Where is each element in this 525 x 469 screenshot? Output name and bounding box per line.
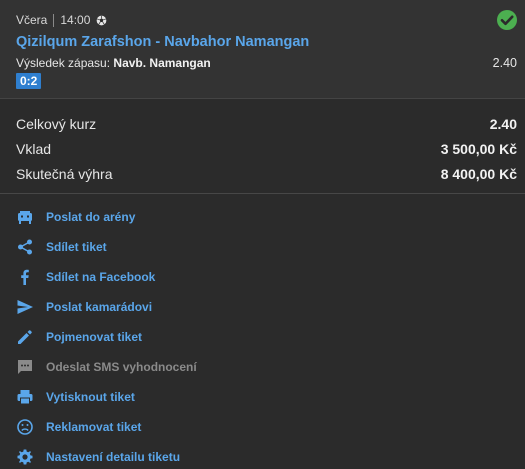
result-value: Navb. Namangan [113,56,211,70]
facebook-icon [16,268,34,286]
share-facebook-action[interactable]: Sdílet na Facebook [16,262,155,292]
win-label: Skutečná výhra [16,166,113,182]
sms-icon [16,358,34,376]
match-meta: Včera 14:00 [16,13,107,27]
win-value: 8 400,00 Kč [440,166,517,182]
ticket-detail-settings-label: Nastavení detailu tiketu [46,450,181,464]
print-ticket-label: Vytisknout tiket [46,390,135,404]
share-ticket-action[interactable]: Sdílet tiket [16,232,107,262]
share-icon [16,238,34,256]
stake-label: Vklad [16,141,52,157]
total-odds-value: 2.40 [489,116,517,132]
arena-icon [16,208,34,226]
match-result: Výsledek zápasu: Navb. Namangan [16,56,211,70]
rename-ticket-action[interactable]: Pojmenovat tiket [16,322,142,352]
selection-odd: 2.40 [492,56,517,70]
pencil-icon [16,328,34,346]
send-to-arena-action[interactable]: Poslat do arény [16,202,135,232]
ticket-detail-settings-action[interactable]: Nastavení detailu tiketu [16,442,180,469]
rename-ticket-label: Pojmenovat tiket [46,330,143,344]
print-ticket-action[interactable]: Vytisknout tiket [16,382,135,412]
print-icon [16,388,34,406]
share-ticket-label: Sdílet tiket [46,240,107,254]
result-label: Výsledek zápasu: [16,56,111,70]
win-row: Skutečná výhra 8 400,00 Kč [16,166,517,182]
share-facebook-label: Sdílet na Facebook [46,270,156,284]
match-day: Včera [16,13,48,27]
total-odds-label: Celkový kurz [16,116,97,132]
send-icon [16,298,34,316]
send-to-friend-action[interactable]: Poslat kamarádovi [16,292,152,322]
send-to-arena-label: Poslat do arény [46,210,136,224]
send-sms-evaluation-action: Odeslat SMS vyhodnocení [16,352,197,382]
total-odds-row: Celkový kurz 2.40 [16,116,517,132]
soccer-ball-icon [97,15,107,25]
stake-row: Vklad 3 500,00 Kč [16,141,517,157]
stake-value: 3 500,00 Kč [440,141,517,157]
check-circle-icon [497,10,517,30]
ticket-header: Včera 14:00 Qizilqum Zarafshon - Navbaho… [0,0,525,99]
match-title-link[interactable]: Qizilqum Zarafshon - Navbahor Namangan [16,34,309,50]
complaint-face-icon [16,418,34,436]
match-time: 14:00 [60,13,91,27]
complain-ticket-action[interactable]: Reklamovat tiket [16,412,141,442]
complain-ticket-label: Reklamovat tiket [46,420,142,434]
ticket-summary: Celkový kurz 2.40 Vklad 3 500,00 Kč Skut… [0,100,525,194]
gear-icon [16,448,34,466]
send-sms-evaluation-label: Odeslat SMS vyhodnocení [46,360,197,374]
send-to-friend-label: Poslat kamarádovi [46,300,153,314]
meta-divider [53,13,55,27]
score-badge: 0:2 [16,73,42,89]
